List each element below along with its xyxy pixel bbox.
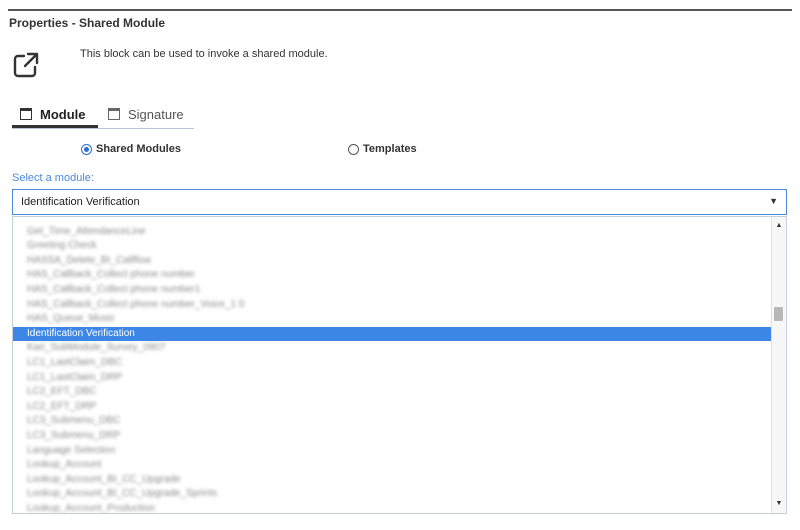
scroll-down-arrow-icon[interactable]: ▼: [772, 497, 786, 511]
tab-module[interactable]: Module: [20, 102, 86, 126]
tab-module-label: Module: [40, 106, 86, 122]
tab-signature-label: Signature: [128, 106, 184, 122]
list-item[interactable]: HAS_Queue_Music: [13, 312, 773, 326]
active-tab-indicator: [12, 125, 98, 128]
list-item[interactable]: HASSA_Delete_BI_Callflow: [13, 254, 773, 268]
radio-shared-modules[interactable]: Shared Modules: [81, 143, 181, 155]
list-scrollbar[interactable]: ▲ ▼: [771, 217, 786, 513]
module-dropdown-list[interactable]: Get_Time_AttendanceLine Greeting Check HAS…: [12, 216, 787, 514]
external-link-icon: [13, 52, 39, 78]
list-item[interactable]: LC3_Submenu_DBC: [13, 414, 773, 428]
module-select-value: Identification Verification: [21, 196, 140, 208]
radio-templates-label: Templates: [363, 143, 417, 155]
list-item[interactable]: Lookup_Account_BI_CC_Upgrade: [13, 473, 773, 487]
list-item[interactable]: Lookup_Account_BI_CC_Upgrade_Sprints: [13, 487, 773, 501]
radio-templates[interactable]: Templates: [348, 143, 417, 155]
panel-title: Properties - Shared Module: [9, 16, 166, 30]
panel-description: This block can be used to invoke a share…: [80, 48, 328, 60]
list-item[interactable]: LC2_EFT_DRP: [13, 400, 773, 414]
list-item[interactable]: Get_Time_AttendanceLine: [13, 225, 773, 239]
header-divider: [8, 9, 792, 11]
list-item[interactable]: HAS_Callback_Collect phone number1: [13, 283, 773, 297]
list-item[interactable]: Language Selection: [13, 444, 773, 458]
list-item[interactable]: LC1_LastClaim_DRP: [13, 371, 773, 385]
list-item[interactable]: HAS_Callback_Collect phone number: [13, 268, 773, 282]
list-item[interactable]: Kari_SubModule_Survey_0907: [13, 341, 773, 355]
window-icon: [20, 108, 32, 120]
list-item[interactable]: LC1_LastClaim_DBC: [13, 356, 773, 370]
list-item[interactable]: LC3_Submenu_DRP: [13, 429, 773, 443]
list-item[interactable]: Greeting Check: [13, 239, 773, 253]
list-item[interactable]: [13, 217, 773, 224]
list-item[interactable]: Lookup_Account_Production: [13, 502, 773, 513]
select-module-label: Select a module:: [12, 172, 94, 184]
list-item-selected[interactable]: Identification Verification: [13, 326, 773, 341]
radio-checked-icon: [81, 143, 92, 155]
scroll-up-arrow-icon[interactable]: ▲: [772, 219, 786, 233]
tab-signature[interactable]: Signature: [108, 102, 184, 126]
radio-shared-modules-label: Shared Modules: [96, 143, 181, 155]
scrollbar-thumb[interactable]: [774, 307, 783, 321]
radio-unchecked-icon: [348, 143, 359, 155]
module-select[interactable]: Identification Verification ▼: [12, 189, 787, 215]
list-item[interactable]: HAS_Callback_Collect phone number_Voice_…: [13, 298, 773, 312]
list-item[interactable]: Lookup_Account: [13, 458, 773, 472]
tab-bar: Module Signature: [12, 102, 194, 129]
dropdown-arrow-icon[interactable]: ▼: [769, 196, 778, 206]
list-item[interactable]: LC2_EFT_DBC: [13, 385, 773, 399]
window-icon: [108, 108, 120, 120]
